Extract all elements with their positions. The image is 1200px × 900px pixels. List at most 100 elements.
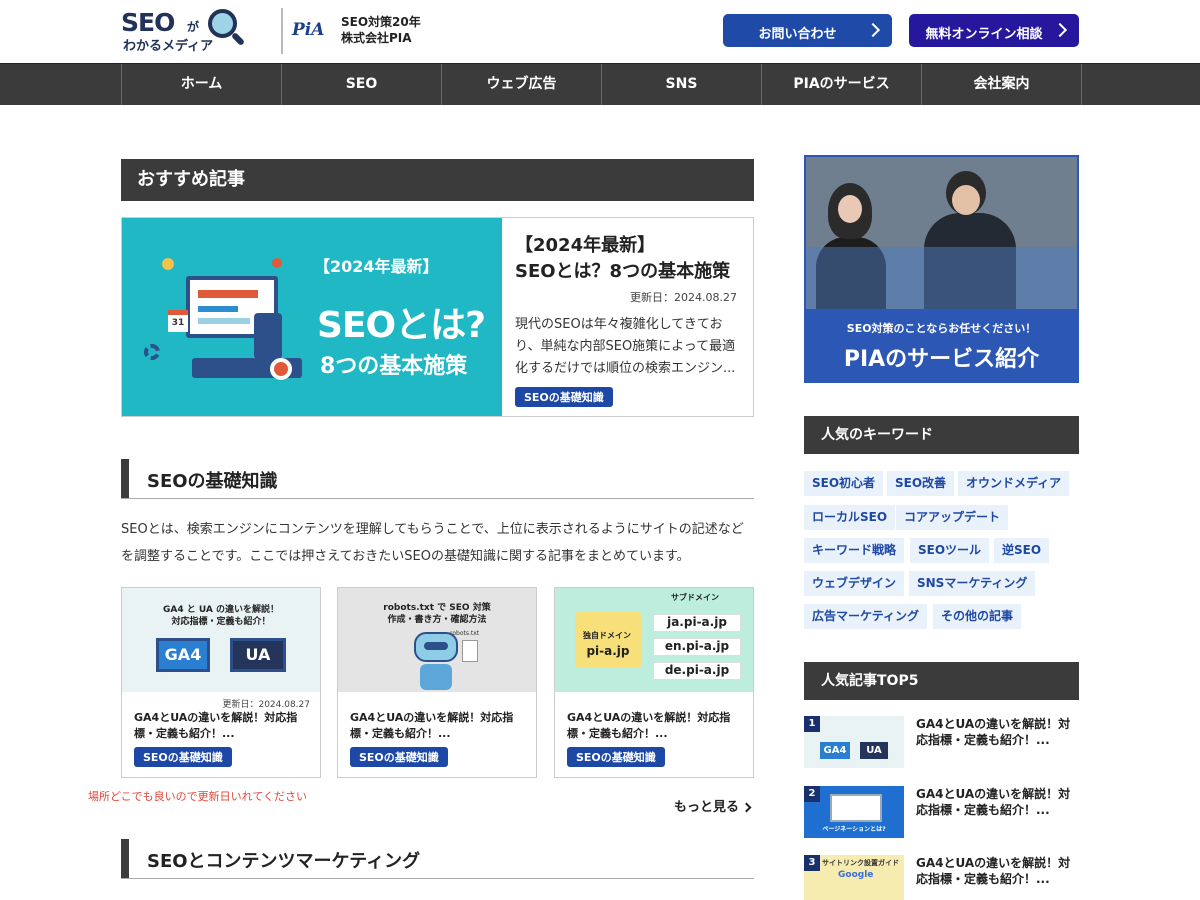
article-card-title[interactable]: GA4とUAの違いを解説！対応指標・定義も紹介！... bbox=[134, 710, 314, 742]
ranked-article[interactable]: 3 サイトリンク設置ガイド Google GA4とUAの違いを解説！対応指標・定… bbox=[804, 855, 1079, 900]
company-line-2: 株式会社PIA bbox=[341, 31, 412, 45]
logo-main-text: SEO bbox=[121, 8, 175, 37]
rank-number: 2 bbox=[804, 786, 820, 802]
keyword-tag[interactable]: SEO初心者 bbox=[804, 471, 884, 496]
nav-item-sns[interactable]: SNS bbox=[601, 64, 761, 105]
article-card-image[interactable]: GA4 と UA の違いを解説！ 対応指標・定義も紹介！ GA4 UA bbox=[122, 588, 320, 692]
recommended-heading: おすすめ記事 bbox=[121, 159, 754, 201]
banner-subtitle: SEO対策のことならお任せください！ bbox=[846, 322, 1037, 335]
image-big-text: SEOとは? bbox=[317, 305, 486, 346]
ranked-article[interactable]: 1 GA4 UA GA4とUAの違いを解説！対応指標・定義も紹介！... bbox=[804, 716, 1079, 768]
article-card-title[interactable]: GA4とUAの違いを解説！対応指標・定義も紹介！... bbox=[350, 710, 530, 742]
nav-item-home[interactable]: ホーム bbox=[121, 64, 281, 105]
category-tag[interactable]: SEOの基礎知識 bbox=[134, 747, 232, 767]
heading-bar bbox=[121, 459, 129, 498]
article-card[interactable]: GA4 と UA の違いを解説！ 対応指標・定義も紹介！ GA4 UA 更新日：… bbox=[121, 587, 321, 778]
pia-service-banner[interactable]: SEO対策のことならお任せください！ PIAのサービス紹介 bbox=[804, 155, 1079, 383]
ga4-label: GA4 bbox=[156, 638, 210, 672]
ranked-article-image[interactable]: 2 ページネーションとは? bbox=[804, 786, 904, 838]
nav-item-web-ads[interactable]: ウェブ広告 bbox=[441, 64, 601, 105]
keyword-tag[interactable]: SEOツール bbox=[910, 538, 990, 563]
site-logo[interactable]: SEO が わかるメディア bbox=[121, 8, 246, 56]
image-caption: ページネーションとは? bbox=[822, 826, 886, 833]
nav-item-company[interactable]: 会社案内 bbox=[921, 64, 1081, 105]
keyword-tag[interactable]: ウェブデザイン bbox=[804, 571, 905, 596]
keywords-heading: 人気のキーワード bbox=[804, 416, 1079, 454]
ranked-article-title[interactable]: GA4とUAの違いを解説！対応指標・定義も紹介！... bbox=[916, 855, 1079, 887]
article-card-title[interactable]: GA4とUAの違いを解説！対応指標・定義も紹介！... bbox=[567, 710, 747, 742]
heading-bar bbox=[121, 839, 129, 878]
nav-item-pia-services[interactable]: PIAのサービス bbox=[761, 64, 921, 105]
ua-label: UA bbox=[230, 638, 286, 672]
ranked-article-image[interactable]: 1 GA4 UA bbox=[804, 716, 904, 768]
ranked-article[interactable]: 2 ページネーションとは? GA4とUAの違いを解説！対応指標・定義も紹介！..… bbox=[804, 786, 1079, 838]
subdomain-en: en.pi-a.jp bbox=[653, 638, 741, 656]
ranked-article-title[interactable]: GA4とUAの違いを解説！対応指標・定義も紹介！... bbox=[916, 786, 1079, 818]
more-link[interactable]: もっと見る bbox=[674, 796, 752, 815]
subdomain-ja: ja.pi-a.jp bbox=[653, 614, 741, 632]
section-title: SEOの基礎知識 bbox=[147, 471, 278, 492]
image-caption-2: 対応指標・定義も紹介！ bbox=[171, 617, 271, 627]
ranked-article-title[interactable]: GA4とUAの違いを解説！対応指標・定義も紹介！... bbox=[916, 716, 1079, 748]
robot-eyes bbox=[424, 642, 448, 650]
keyword-tag[interactable]: キーワード戦略 bbox=[804, 538, 905, 563]
article-card[interactable]: 独自ドメイン pi-a.jp サブドメイン ja.pi-a.jp en.pi-a… bbox=[554, 587, 754, 778]
pia-logo[interactable]: PiA bbox=[292, 20, 324, 40]
featured-article-excerpt: 現代のSEOは年々複雑化してきており、単純な内部SEO施策によって最適化するだけ… bbox=[515, 317, 736, 376]
image-caption: サイトリンク設置ガイド bbox=[822, 859, 899, 867]
ga4-label: GA4 bbox=[820, 742, 850, 759]
logo-ga-text: が bbox=[187, 20, 200, 34]
keyword-tag[interactable]: SNSマーケティング bbox=[909, 571, 1036, 596]
rank-number: 3 bbox=[804, 855, 820, 871]
keyword-tag[interactable]: その他の記事 bbox=[933, 604, 1022, 629]
decor-dot bbox=[272, 258, 282, 268]
featured-article[interactable]: 31 【2024年最新】 SEOとは? 8つの基本施策 【2024年最新】 SE… bbox=[121, 217, 754, 417]
own-domain-label: 独自ドメイン bbox=[583, 631, 631, 640]
banner-title: PIAのサービス紹介 bbox=[843, 347, 1040, 372]
article-card[interactable]: robots.txt で SEO 対策 作成・書き方・確認方法 robots.t… bbox=[337, 587, 537, 778]
document-icon bbox=[462, 640, 478, 662]
nav-divider bbox=[1081, 64, 1082, 105]
nav-item-seo[interactable]: SEO bbox=[281, 64, 441, 105]
contact-button-label: お問い合わせ bbox=[758, 27, 837, 42]
contact-button[interactable]: お問い合わせ bbox=[723, 14, 892, 47]
subdomain-de: de.pi-a.jp bbox=[653, 662, 741, 680]
featured-article-title[interactable]: 【2024年最新】 SEOとは？8つの基本施策 bbox=[515, 233, 730, 285]
target-icon bbox=[270, 358, 292, 380]
category-tag[interactable]: SEOの基礎知識 bbox=[567, 747, 665, 767]
logo-sub-text: わかるメディア bbox=[123, 39, 214, 54]
keyword-tag[interactable]: コアアップデート bbox=[896, 505, 1009, 530]
image-badge-text: 【2024年最新】 bbox=[314, 257, 439, 276]
keyword-tag[interactable]: オウンドメディア bbox=[958, 471, 1070, 496]
keyword-tag[interactable]: 広告マーケティング bbox=[804, 604, 928, 629]
featured-title-line-2: SEOとは？8つの基本施策 bbox=[515, 261, 731, 282]
rank-number: 1 bbox=[804, 716, 820, 732]
company-tagline: SEO対策20年 株式会社PIA bbox=[341, 14, 421, 46]
header-divider bbox=[281, 8, 283, 54]
robot-body bbox=[420, 664, 452, 690]
keyword-tag[interactable]: ローカルSEO bbox=[804, 505, 896, 530]
google-logo: Google bbox=[838, 870, 874, 880]
section-description: SEOとは、検索エンジンにコンテンツを理解してもらうことで、上位に表示されるよう… bbox=[121, 522, 744, 564]
featured-title-line-1: 【2024年最新】 bbox=[515, 235, 656, 256]
global-nav: ホーム SEO ウェブ広告 SNS PIAのサービス 会社案内 bbox=[0, 63, 1200, 105]
consult-button-label: 無料オンライン相談 bbox=[925, 27, 1043, 42]
free-consult-button[interactable]: 無料オンライン相談 bbox=[909, 14, 1079, 47]
calendar-icon: 31 bbox=[168, 310, 188, 332]
keyword-tag[interactable]: 逆SEO bbox=[994, 538, 1050, 563]
ua-label: UA bbox=[860, 742, 888, 759]
browser-illustration bbox=[830, 794, 882, 822]
company-line-1: SEO対策20年 bbox=[341, 15, 421, 29]
keyword-tag[interactable]: SEO改善 bbox=[887, 471, 955, 496]
article-card-date: 更新日：2024.08.27 bbox=[222, 700, 310, 710]
subdomain-label: サブドメイン bbox=[671, 593, 719, 602]
gear-icon bbox=[144, 344, 160, 360]
article-card-image[interactable]: robots.txt で SEO 対策 作成・書き方・確認方法 robots.t… bbox=[338, 588, 536, 692]
category-tag[interactable]: SEOの基礎知識 bbox=[515, 387, 613, 407]
category-tag[interactable]: SEOの基礎知識 bbox=[350, 747, 448, 767]
ranked-article-image[interactable]: 3 サイトリンク設置ガイド Google bbox=[804, 855, 904, 900]
section-heading-basics: SEOの基礎知識 bbox=[121, 459, 754, 499]
article-card-image[interactable]: 独自ドメイン pi-a.jp サブドメイン ja.pi-a.jp en.pi-a… bbox=[555, 588, 753, 692]
featured-article-image[interactable]: 31 【2024年最新】 SEOとは? 8つの基本施策 bbox=[122, 218, 502, 416]
editor-note: 場所どこでも良いので更新日いれてください bbox=[88, 790, 308, 803]
